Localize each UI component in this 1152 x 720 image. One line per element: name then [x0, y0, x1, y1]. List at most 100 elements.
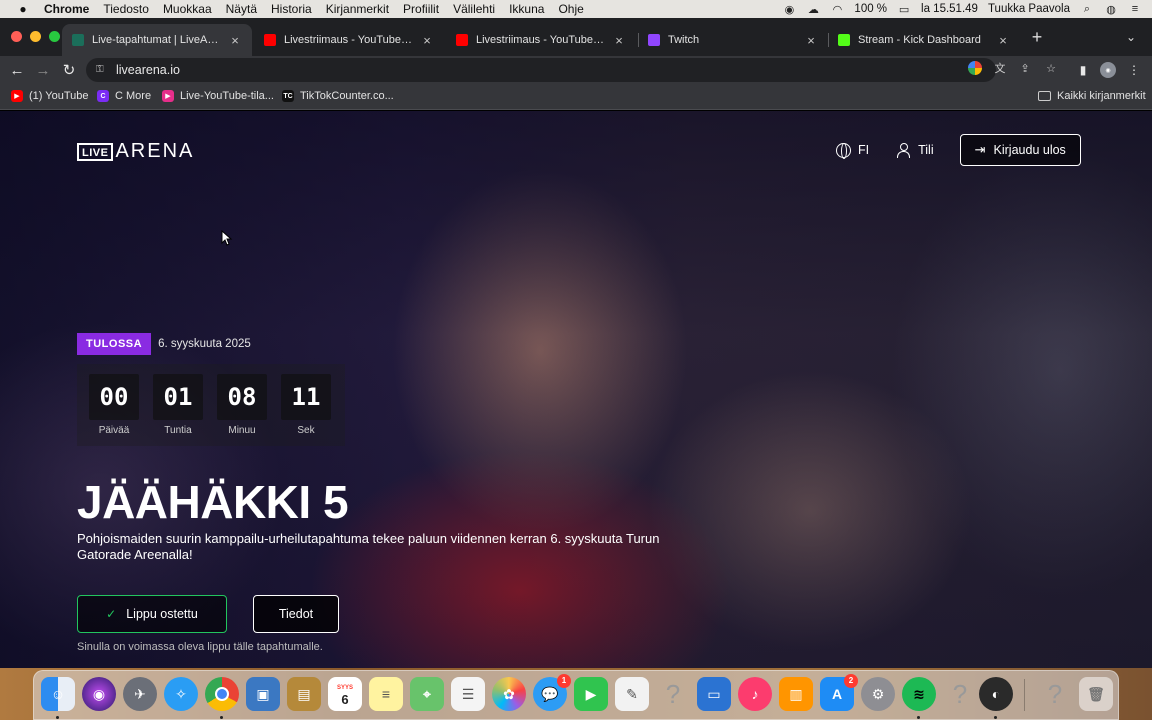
dock-separator — [1024, 679, 1025, 711]
unknown-app-icon[interactable]: ? — [943, 677, 977, 711]
tab-youtube-studio-2[interactable]: Livestriimaus - YouTube Studio × — [446, 24, 636, 56]
bookmark-live-youtube[interactable]: ▶ Live-YouTube-tila... — [162, 90, 274, 102]
app-store-icon[interactable]: A2 — [820, 674, 858, 711]
wifi-icon[interactable]: ◠ — [830, 3, 844, 16]
battery-icon[interactable]: ▭ — [897, 3, 911, 16]
maps-icon[interactable]: ⌖ — [410, 677, 444, 711]
site-info-icon[interactable]: ⚿ — [96, 64, 106, 76]
menu-window[interactable]: Ikkuna — [509, 2, 544, 16]
keynote-icon[interactable]: ▭ — [697, 677, 731, 711]
siri-icon[interactable]: ◍ — [1104, 3, 1118, 16]
menubar-user[interactable]: Tuukka Paavola — [988, 3, 1070, 15]
tab-close-icon[interactable]: × — [228, 33, 242, 48]
user-icon[interactable] — [897, 142, 911, 158]
tab-kick-dashboard[interactable]: Stream - Kick Dashboard × — [828, 24, 1020, 56]
tab-livearena[interactable]: Live-tapahtumat | LiveArena × — [62, 24, 252, 56]
youtube-icon: ▶ — [11, 90, 23, 102]
minimize-window-button[interactable] — [30, 31, 41, 42]
back-arrow-icon[interactable]: ← — [6, 59, 28, 81]
tab-youtube-studio-1[interactable]: Livestriimaus - YouTube Studio × — [254, 24, 444, 56]
all-bookmarks[interactable]: Kaikki kirjanmerkit — [1038, 90, 1146, 102]
globe-icon[interactable] — [836, 142, 851, 159]
cloud-icon[interactable]: ☁ — [806, 3, 820, 16]
menu-file[interactable]: Tiedosto — [103, 2, 149, 16]
spotlight-search-icon[interactable]: ⌕ — [1080, 3, 1094, 15]
siri-app-icon[interactable]: ◉ — [82, 677, 116, 711]
tab-title: Livestriimaus - YouTube Studio — [284, 34, 414, 46]
notes-icon[interactable]: ≡ — [369, 677, 403, 711]
tab-twitch[interactable]: Twitch × — [638, 24, 828, 56]
menu-history[interactable]: Historia — [271, 2, 312, 16]
bookmark-cmore[interactable]: C C More — [97, 90, 151, 102]
google-lens-icon[interactable] — [968, 61, 982, 75]
chrome-icon[interactable] — [205, 677, 239, 711]
countdown-seconds: 11 Sek — [281, 374, 331, 446]
desktop-wallpaper: ☺ ◉ ✈ ✧ ▣ ▤ SYYS 6 ≡ ⌖ ☰ ✿ 💬 1 ▶ ✎ ? ▭ ♪ … — [0, 668, 1152, 720]
profile-avatar[interactable]: ◉ — [1100, 62, 1116, 78]
account-link[interactable]: Tili — [918, 143, 934, 157]
chrome-menu-icon[interactable]: ⋮ — [1126, 62, 1142, 78]
messages-icon[interactable]: 💬 1 — [533, 674, 571, 711]
reload-icon[interactable]: ↻ — [58, 59, 80, 81]
running-indicator — [220, 716, 223, 719]
unknown-app-icon[interactable]: ? — [1038, 677, 1072, 711]
forward-arrow-icon[interactable]: → — [32, 59, 54, 81]
new-tab-plus-icon[interactable]: + — [1028, 27, 1046, 48]
menu-view[interactable]: Näytä — [226, 2, 257, 16]
address-bar[interactable]: ⚿ livearena.io — [86, 58, 996, 82]
side-panel-icon[interactable]: ▮ — [1075, 62, 1091, 78]
language-selector[interactable]: FI — [858, 143, 869, 157]
books-icon[interactable]: ▥ — [779, 677, 813, 711]
facetime-icon[interactable]: ▶ — [574, 677, 608, 711]
bookmark-youtube[interactable]: ▶ (1) YouTube — [11, 90, 89, 102]
calendar-icon[interactable]: SYYS 6 — [328, 677, 362, 711]
menubar-clock[interactable]: la 15.51.49 — [921, 3, 978, 15]
apple-menu-icon[interactable]: ● — [16, 2, 30, 16]
menu-profiles[interactable]: Profiilit — [403, 2, 439, 16]
menu-help[interactable]: Ohje — [558, 2, 583, 16]
trash-icon[interactable]: 🗑 — [1079, 677, 1113, 711]
tab-search-chevron-icon[interactable]: ⌄ — [1126, 30, 1136, 44]
tab-close-icon[interactable]: × — [420, 33, 434, 48]
countdown-label: Minuu — [228, 425, 256, 436]
control-center-icon[interactable]: ≡ — [1128, 3, 1142, 15]
reminders-icon[interactable]: ☰ — [451, 677, 485, 711]
bookmark-label: Kaikki kirjanmerkit — [1057, 90, 1146, 102]
obs-studio-icon[interactable]: ◐ — [979, 677, 1013, 711]
music-icon[interactable]: ♪ — [738, 677, 772, 711]
close-window-button[interactable] — [11, 31, 22, 42]
ticket-purchased-button[interactable]: ✓ Lippu ostettu — [77, 595, 227, 633]
bookmark-star-icon[interactable]: ☆ — [1044, 61, 1058, 75]
menu-bookmarks[interactable]: Kirjanmerkit — [326, 2, 389, 16]
photos-icon[interactable]: ✿ — [492, 677, 526, 711]
menu-tab[interactable]: Välilehti — [453, 2, 495, 16]
tab-close-icon[interactable]: × — [996, 33, 1010, 48]
ticket-button-label: Lippu ostettu — [126, 607, 198, 621]
livearena-logo[interactable]: LIVE ARENA — [77, 140, 194, 163]
status-app-icon[interactable]: ◉ — [782, 3, 796, 16]
tab-title: Twitch — [668, 34, 700, 46]
bookmark-tiktokcounter[interactable]: TC TikTokCounter.co... — [282, 90, 394, 102]
tab-close-icon[interactable]: × — [612, 33, 626, 48]
launchpad-icon[interactable]: ✈ — [123, 677, 157, 711]
menu-app-chrome[interactable]: Chrome — [44, 2, 89, 16]
details-button[interactable]: Tiedot — [253, 595, 339, 633]
spotify-icon[interactable]: ≋ — [902, 677, 936, 711]
zoom-window-button[interactable] — [49, 31, 60, 42]
logout-label: Kirjaudu ulos — [993, 143, 1066, 157]
url-text[interactable]: livearena.io — [116, 63, 180, 77]
unknown-app-icon[interactable]: ? — [656, 677, 690, 711]
share-icon[interactable]: ⇪ — [1018, 61, 1032, 75]
menu-edit[interactable]: Muokkaa — [163, 2, 212, 16]
twitch-favicon-icon — [648, 34, 660, 46]
tab-close-icon[interactable]: × — [804, 33, 818, 48]
notes-app-icon[interactable]: ▤ — [287, 677, 321, 711]
preview-icon[interactable]: ▣ — [246, 677, 280, 711]
safari-icon[interactable]: ✧ — [164, 677, 198, 711]
system-settings-icon[interactable]: ⚙ — [861, 677, 895, 711]
finder-icon[interactable]: ☺ — [41, 677, 75, 711]
translate-icon[interactable]: 文 — [993, 61, 1007, 75]
folder-icon — [1038, 91, 1051, 101]
textedit-icon[interactable]: ✎ — [615, 677, 649, 711]
logout-button[interactable]: ⇥ Kirjaudu ulos — [959, 134, 1081, 166]
